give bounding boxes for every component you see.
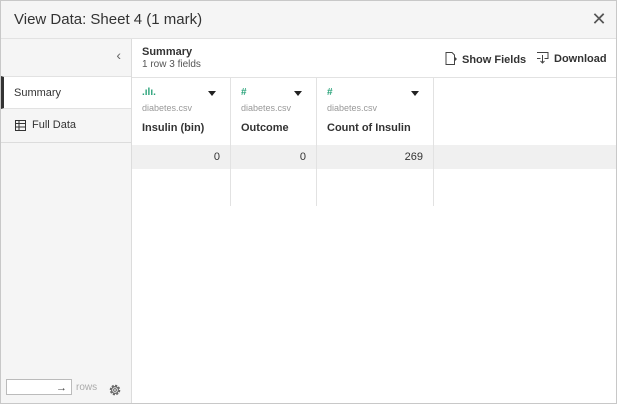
column-count-of-insulin: # diabetes.csv Count of Insulin 269 bbox=[317, 78, 434, 206]
collapse-sidebar-icon[interactable]: ‹ bbox=[116, 47, 121, 63]
dialog-title: View Data: Sheet 4 (1 mark) bbox=[14, 11, 203, 28]
main-panel: Summary 1 row 3 fields Show Fields Downl… bbox=[132, 39, 616, 403]
download-icon bbox=[537, 52, 549, 64]
view-data-dialog: View Data: Sheet 4 (1 mark) ✕ ‹ Summary … bbox=[0, 0, 617, 404]
download-label: Download bbox=[554, 53, 607, 65]
column-name: Insulin (bin) bbox=[142, 122, 205, 134]
table-cell: 0 bbox=[231, 145, 316, 169]
sidebar-item-summary[interactable]: Summary bbox=[1, 76, 131, 109]
column-header: # diabetes.csv Count of Insulin bbox=[317, 78, 433, 144]
sidebar-item-full-data[interactable]: Full Data bbox=[1, 109, 131, 143]
chevron-down-icon[interactable] bbox=[294, 91, 302, 96]
show-fields-button[interactable]: Show Fields bbox=[445, 52, 526, 66]
column-header: # diabetes.csv Outcome bbox=[231, 78, 316, 144]
show-fields-icon bbox=[445, 52, 457, 65]
sidebar-item-label: Full Data bbox=[32, 119, 77, 131]
title-bar: View Data: Sheet 4 (1 mark) ✕ bbox=[1, 1, 616, 39]
number-icon: # bbox=[241, 87, 247, 98]
summary-subtitle: 1 row 3 fields bbox=[142, 59, 201, 70]
column-source: diabetes.csv bbox=[327, 103, 378, 113]
download-button[interactable]: Download bbox=[536, 52, 607, 65]
gear-icon[interactable] bbox=[108, 383, 122, 397]
chevron-down-icon[interactable] bbox=[208, 91, 216, 96]
column-header: .ılı. diabetes.csv Insulin (bin) bbox=[132, 78, 230, 144]
close-icon[interactable]: ✕ bbox=[590, 10, 608, 28]
show-fields-label: Show Fields bbox=[462, 54, 527, 66]
histogram-icon: .ılı. bbox=[142, 87, 156, 98]
table-cell: 0 bbox=[132, 145, 230, 169]
column-outcome: # diabetes.csv Outcome 0 bbox=[231, 78, 317, 206]
chevron-down-icon[interactable] bbox=[411, 91, 419, 96]
table-icon bbox=[15, 119, 26, 131]
number-icon: # bbox=[327, 87, 333, 98]
column-name: Outcome bbox=[241, 122, 289, 134]
apply-rows-arrow-icon[interactable]: → bbox=[56, 382, 67, 394]
column-name: Count of Insulin bbox=[327, 122, 411, 134]
sidebar: ‹ Summary Full Data → rows bbox=[1, 39, 132, 403]
summary-title: Summary bbox=[142, 46, 193, 58]
summary-header: Summary 1 row 3 fields Show Fields Downl… bbox=[132, 39, 616, 78]
rows-label: rows bbox=[76, 382, 98, 393]
table-row-fill bbox=[434, 145, 616, 169]
column-insulin-bin: .ılı. diabetes.csv Insulin (bin) 0 bbox=[132, 78, 231, 206]
column-source: diabetes.csv bbox=[241, 103, 292, 113]
table-cell: 269 bbox=[317, 145, 433, 169]
column-source: diabetes.csv bbox=[142, 103, 193, 113]
sidebar-item-label: Summary bbox=[14, 87, 62, 99]
